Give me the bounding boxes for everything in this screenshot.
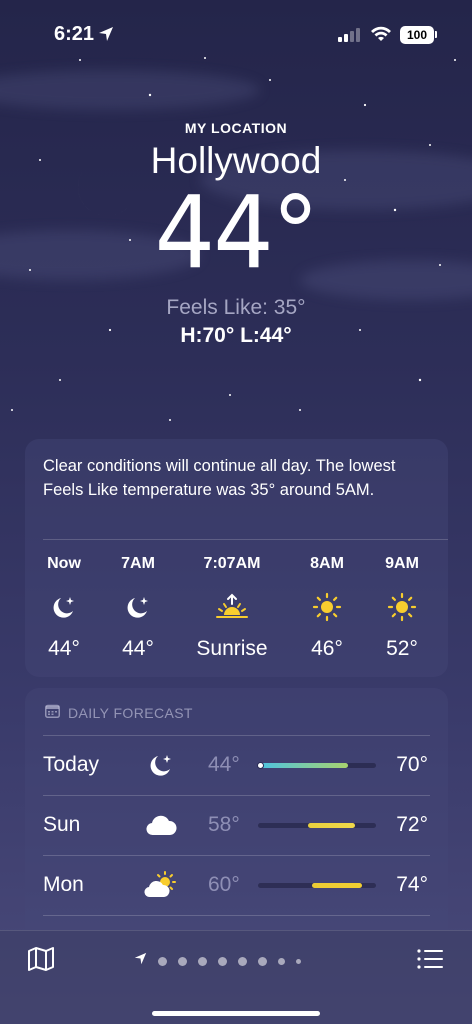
battery-tip (435, 31, 437, 38)
temperature-range-bar (258, 823, 376, 828)
divider (43, 735, 430, 736)
day-name: Sun (43, 813, 81, 836)
hour-label: 9AM (385, 555, 419, 572)
range-fill (260, 763, 348, 768)
calendar-icon (45, 704, 60, 721)
day-high: 70° (396, 753, 428, 776)
cellular-signal-icon (338, 28, 362, 47)
location-arrow-icon (98, 26, 114, 47)
location-arrow-icon (134, 952, 147, 970)
page-dot (296, 958, 301, 964)
day-low: 60° (208, 873, 240, 896)
wifi-icon (370, 26, 392, 47)
page-dot (238, 956, 247, 966)
hour-label: 7AM (121, 555, 155, 572)
day-high: 74° (396, 873, 428, 896)
bottom-toolbar (0, 930, 472, 1024)
daily-row[interactable]: Sun 58° 72° (43, 795, 430, 855)
page-dot (258, 956, 267, 966)
status-time: 6:21 (54, 23, 95, 45)
hour-label: 7:07AM (203, 555, 261, 572)
divider (43, 915, 430, 916)
moon-stars-icon (93, 587, 183, 627)
map-icon[interactable] (27, 946, 55, 977)
hourly-item: 7:07AM Sunrise (187, 555, 277, 661)
day-low: 58° (208, 813, 240, 836)
hour-temp: 52° (386, 637, 418, 660)
daily-row[interactable]: Mon 60° 74° (43, 855, 430, 915)
location-header: MY LOCATION Hollywood 44° Feels Like: 35… (0, 120, 472, 348)
day-name: Mon (43, 873, 84, 896)
sun-icon (357, 587, 447, 627)
day-low: 44° (208, 753, 240, 776)
home-indicator (152, 1011, 320, 1016)
day-high: 72° (396, 813, 428, 836)
page-dot (198, 956, 207, 966)
divider (43, 539, 448, 540)
daily-row[interactable]: Today 44° 70° (43, 735, 430, 795)
range-fill (312, 883, 362, 888)
current-temperature: 44° (154, 174, 320, 291)
daily-forecast-title: DAILY FORECAST (68, 704, 193, 721)
partly-sunny-icon (143, 867, 179, 903)
hour-temp: Sunrise (196, 637, 268, 660)
hourly-forecast-card[interactable]: Clear conditions will continue all day. … (25, 439, 448, 677)
temperature-range-bar (258, 883, 376, 888)
day-name: Today (43, 753, 100, 776)
temperature-range-bar (257, 762, 376, 769)
page-dot (278, 957, 285, 965)
daily-forecast-header: DAILY FORECAST (45, 704, 193, 721)
range-fill (307, 823, 355, 828)
conditions-summary: Clear conditions will continue all day. … (43, 457, 396, 499)
status-bar: 6:21 100 (0, 0, 472, 64)
feels-like: Feels Like: 35° (166, 296, 306, 319)
daily-forecast-card[interactable]: DAILY FORECAST Today 44° 70° Sun 58° 72°… (25, 688, 448, 948)
list-icon[interactable] (416, 947, 444, 976)
moon-stars-icon (143, 747, 179, 783)
location-label: MY LOCATION (184, 120, 288, 136)
sunrise-icon (187, 587, 277, 627)
battery-indicator: 100 (400, 26, 434, 44)
hour-temp: 44° (122, 637, 154, 660)
page-dot (158, 956, 167, 966)
page-dot (178, 956, 187, 966)
divider (43, 795, 430, 796)
cloud-icon (143, 807, 179, 843)
page-indicator[interactable] (134, 952, 301, 970)
page-dot (218, 956, 227, 966)
hourly-item: 9AM 52° (357, 555, 447, 661)
hourly-item: 7AM 44° (93, 555, 183, 661)
high-low: H:70° L:44° (180, 324, 292, 347)
divider (43, 855, 430, 856)
